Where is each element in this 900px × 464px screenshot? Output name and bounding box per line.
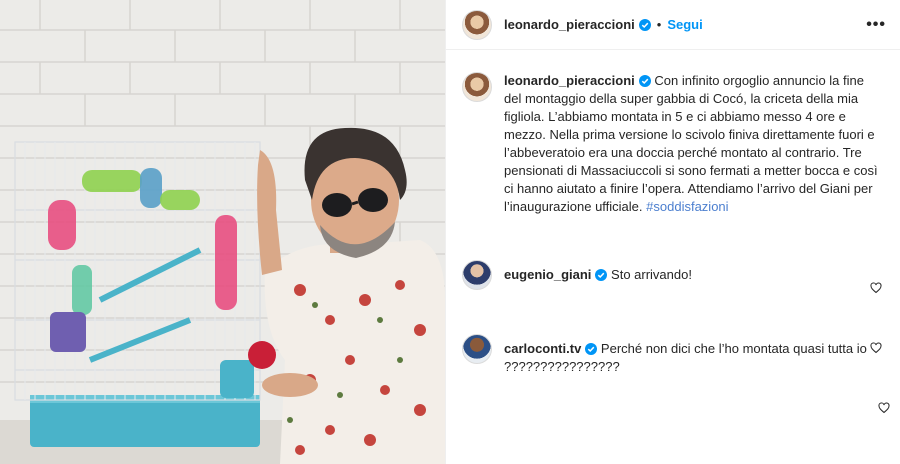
follow-button[interactable]: Segui — [667, 17, 702, 32]
post-photo[interactable] — [0, 0, 445, 464]
like-comment-heart-icon[interactable] — [878, 402, 890, 414]
post-header: leonardo_pieraccioni • Segui ••• — [446, 0, 900, 50]
commenter-username[interactable]: eugenio_giani — [504, 267, 591, 282]
author-username[interactable]: leonardo_pieraccioni — [504, 17, 635, 32]
like-comment-heart-icon[interactable] — [870, 342, 882, 354]
commenter-avatar[interactable] — [462, 260, 492, 290]
photo-illustration — [0, 0, 445, 464]
verified-badge-icon — [595, 269, 608, 281]
comment-text: Sto arrivando! — [611, 267, 692, 282]
post-panel: leonardo_pieraccioni • Segui ••• leonard… — [445, 0, 900, 464]
comment-item: carloconti.tv Perché non dici che l’ho m… — [462, 334, 892, 376]
post-caption: leonardo_pieraccioni Con infinito orgogl… — [462, 72, 892, 216]
verified-badge-icon — [638, 18, 651, 31]
comment-body: eugenio_giani Sto arrivando! — [504, 266, 874, 290]
caption-hashtag-link[interactable]: #soddisfazioni — [646, 199, 728, 214]
verified-badge-icon — [638, 75, 651, 87]
verified-badge-icon — [585, 343, 598, 355]
caption-author-username[interactable]: leonardo_pieraccioni — [504, 73, 635, 88]
commenter-username[interactable]: carloconti.tv — [504, 341, 581, 356]
caption-text: leonardo_pieraccioni Con infinito orgogl… — [504, 72, 884, 216]
comment-item: eugenio_giani Sto arrivando! — [462, 260, 892, 294]
commenter-avatar[interactable] — [462, 334, 492, 364]
caption-body: Con infinito orgoglio annuncio la fine d… — [504, 73, 878, 214]
author-avatar[interactable] — [462, 9, 492, 40]
like-comment-heart-icon[interactable] — [870, 282, 882, 294]
caption-author-avatar[interactable] — [462, 72, 492, 102]
more-options-icon[interactable]: ••• — [866, 16, 886, 34]
comment-body: carloconti.tv Perché non dici che l’ho m… — [504, 340, 874, 376]
header-separator: • — [656, 17, 662, 32]
